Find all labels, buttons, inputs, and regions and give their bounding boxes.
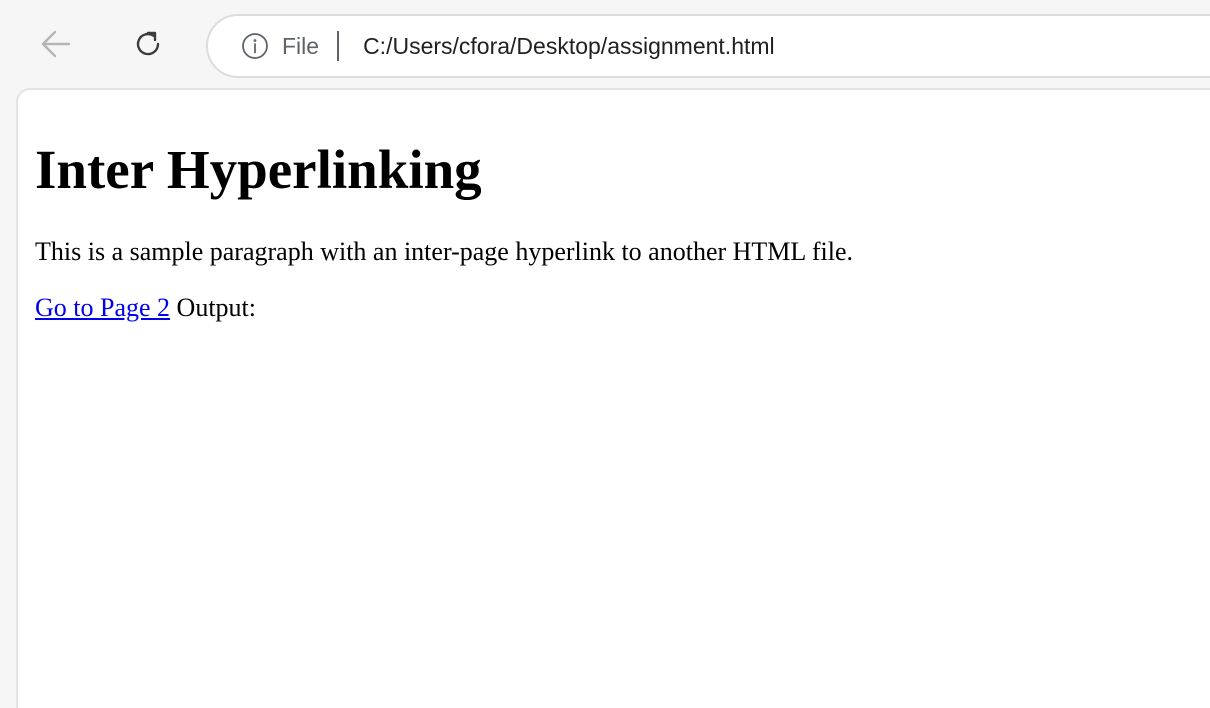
address-bar[interactable]: File C:/Users/cfora/Desktop/assignment.h…	[206, 14, 1210, 78]
output-label: Output:	[170, 293, 256, 322]
url-field[interactable]: C:/Users/cfora/Desktop/assignment.html	[363, 33, 775, 60]
link-line: Go to Page 2 Output:	[35, 292, 853, 324]
info-icon[interactable]	[240, 31, 270, 61]
arrow-left-icon	[41, 30, 71, 58]
reload-button[interactable]	[126, 22, 170, 66]
page-heading: Inter Hyperlinking	[35, 139, 482, 200]
browser-toolbar: File C:/Users/cfora/Desktop/assignment.h…	[0, 0, 1210, 92]
page-body: Inter Hyperlinking This is a sample para…	[35, 130, 853, 324]
page-paragraph: This is a sample paragraph with an inter…	[35, 237, 853, 266]
scheme-label: File	[282, 32, 320, 59]
address-separator	[337, 31, 340, 61]
page-2-link[interactable]: Go to Page 2	[35, 293, 170, 322]
reload-icon	[136, 31, 160, 56]
page-viewport: Inter Hyperlinking This is a sample para…	[16, 88, 1210, 708]
back-button[interactable]	[34, 22, 78, 66]
